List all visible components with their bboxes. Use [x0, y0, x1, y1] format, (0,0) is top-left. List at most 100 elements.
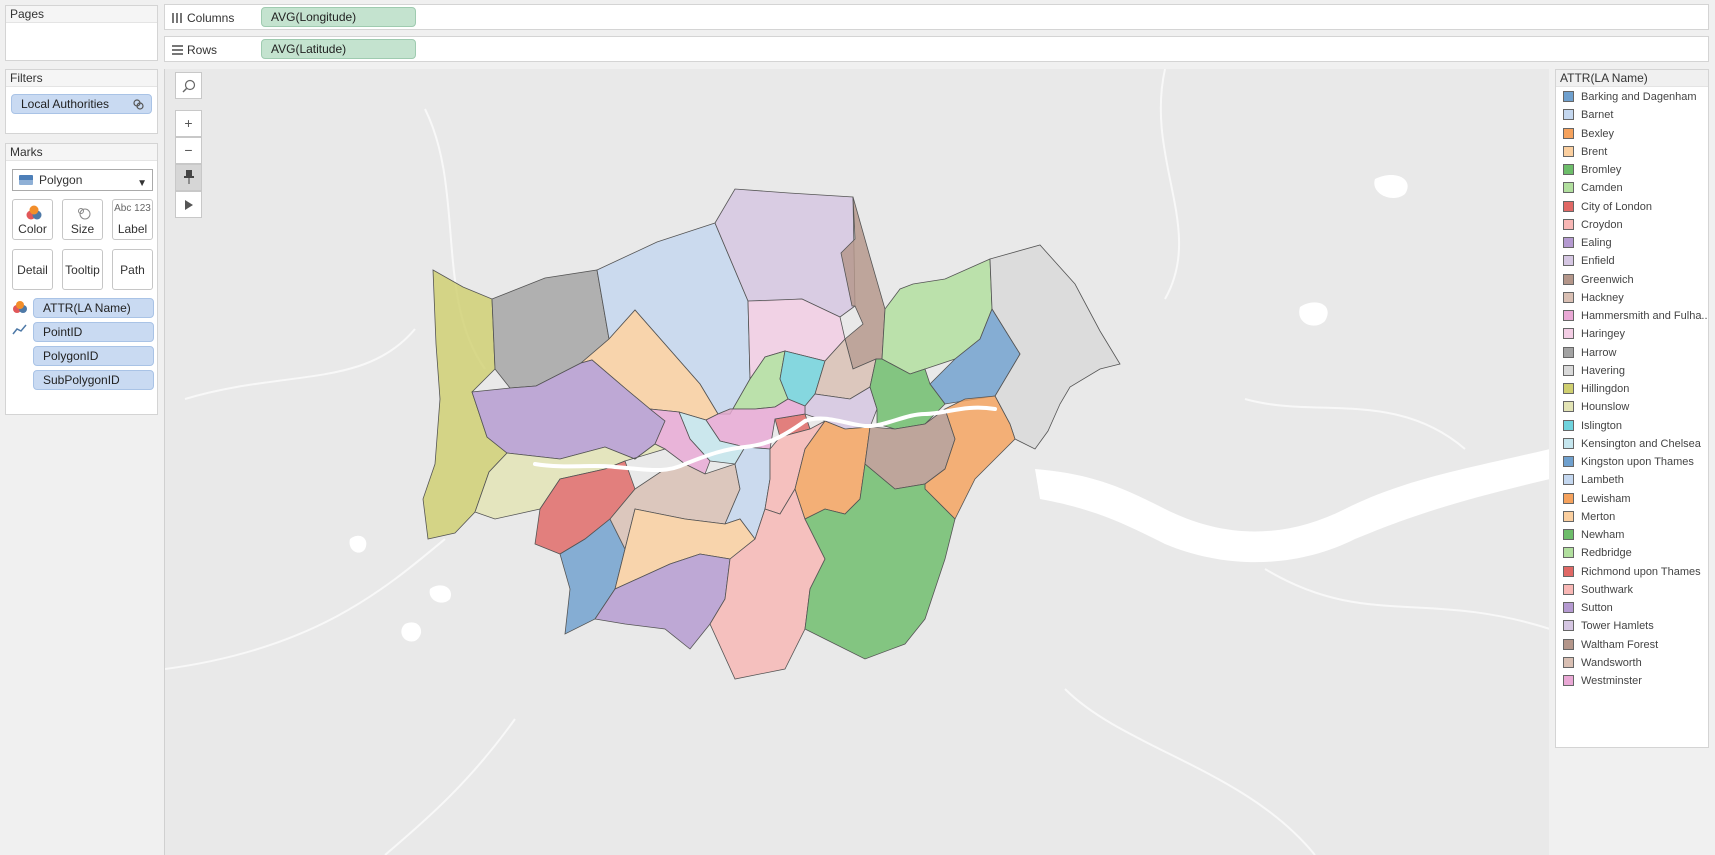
tooltip-button[interactable]: Tooltip: [62, 249, 103, 290]
legend-item[interactable]: Newham: [1561, 528, 1707, 546]
legend-swatch: [1563, 565, 1574, 577]
legend-item[interactable]: Barnet: [1561, 108, 1707, 126]
legend-item[interactable]: Richmond upon Thames: [1561, 565, 1707, 583]
rows-pill[interactable]: AVG(Latitude): [261, 39, 416, 59]
field-pill-label: SubPolygonID: [43, 373, 120, 387]
legend-item-label: Greenwich: [1581, 273, 1634, 286]
marks-title: Marks: [6, 144, 157, 161]
legend-item[interactable]: Islington: [1561, 419, 1707, 437]
legend-item-label: Southwark: [1581, 583, 1633, 596]
borough-polygons[interactable]: [422, 188, 1121, 680]
legend-item-label: Barking and Dagenham: [1581, 91, 1697, 103]
rows-shelf[interactable]: Rows AVG(Latitude): [164, 36, 1709, 62]
legend-item[interactable]: Bexley: [1561, 127, 1707, 145]
legend-item[interactable]: Kensington and Chelsea: [1561, 437, 1707, 455]
pin-map-button[interactable]: [175, 164, 202, 191]
reservoir: [429, 585, 451, 603]
legend-swatch: [1563, 255, 1574, 267]
legend-item-label: Tower Hamlets: [1581, 620, 1654, 633]
marks-card: Marks Polygon ▼ Color Size Abc 123 Label…: [5, 143, 158, 415]
mark-type-value: Polygon: [39, 173, 83, 187]
mark-type-dropdown[interactable]: Polygon ▼: [12, 169, 153, 191]
field-pill-polygonid[interactable]: PolygonID: [33, 346, 154, 366]
legend-swatch: [1563, 401, 1574, 413]
legend-item[interactable]: Barking and Dagenham: [1561, 90, 1707, 108]
legend-item[interactable]: Westminster: [1561, 674, 1707, 692]
legend-item[interactable]: Greenwich: [1561, 273, 1707, 291]
path-icon: [12, 324, 27, 335]
field-pill-pointid[interactable]: PointID: [33, 322, 154, 342]
legend-item[interactable]: Haringey: [1561, 327, 1707, 345]
columns-shelf[interactable]: Columns AVG(Longitude): [164, 4, 1709, 30]
color-icon: [26, 205, 42, 220]
legend-swatch: [1563, 164, 1574, 175]
columns-pill-label: AVG(Longitude): [271, 10, 357, 24]
label-button[interactable]: Abc 123 Label: [112, 199, 153, 240]
legend-item[interactable]: Croydon: [1561, 218, 1707, 236]
color-button[interactable]: Color: [12, 199, 53, 240]
zoom-out-button[interactable]: −: [175, 137, 202, 164]
legend-item[interactable]: Enfield: [1561, 254, 1707, 272]
legend-item[interactable]: Kingston upon Thames: [1561, 455, 1707, 473]
size-button[interactable]: Size: [62, 199, 103, 240]
map-search-button[interactable]: [175, 72, 202, 99]
detail-button[interactable]: Detail: [12, 249, 53, 290]
legend-item[interactable]: Merton: [1561, 510, 1707, 528]
legend-item-label: Hammersmith and Fulha..: [1581, 310, 1707, 322]
legend-swatch: [1563, 656, 1574, 668]
legend-item-label: Waltham Forest: [1581, 638, 1659, 651]
filter-pill-local-authorities[interactable]: Local Authorities: [11, 94, 152, 114]
legend-item[interactable]: Redbridge: [1561, 546, 1707, 564]
legend-item-label: Wandsworth: [1581, 656, 1642, 669]
filters-shelf[interactable]: Filters Local Authorities: [5, 69, 158, 134]
rows-label: Rows: [187, 43, 218, 57]
legend-swatch: [1563, 182, 1574, 194]
legend-item-label: Harrow: [1581, 346, 1617, 359]
legend-item[interactable]: Bromley: [1561, 163, 1707, 181]
rows-pill-label: AVG(Latitude): [271, 42, 347, 56]
legend-item-label: Havering: [1581, 364, 1626, 377]
legend-item-label: Lambeth: [1581, 474, 1624, 487]
expand-toolbar-button[interactable]: [175, 191, 202, 218]
legend-item-label: Kensington and Chelsea: [1581, 437, 1701, 450]
london-map[interactable]: [165, 69, 1549, 855]
legend-item[interactable]: City of London: [1561, 200, 1707, 218]
legend-item-label: Redbridge: [1581, 547, 1632, 560]
legend-item[interactable]: Lewisham: [1561, 492, 1707, 510]
legend-item-label: Merton: [1581, 510, 1616, 523]
field-pill-label: ATTR(LA Name): [43, 301, 131, 315]
legend-item[interactable]: Southwark: [1561, 583, 1707, 601]
map-view[interactable]: + −: [164, 69, 1549, 855]
zoom-in-button[interactable]: +: [175, 110, 202, 137]
legend-swatch: [1563, 200, 1574, 212]
legend-item[interactable]: Tower Hamlets: [1561, 619, 1707, 637]
columns-pill[interactable]: AVG(Longitude): [261, 7, 416, 27]
legend-item[interactable]: Havering: [1561, 364, 1707, 382]
legend-item[interactable]: Hillingdon: [1561, 382, 1707, 400]
legend-swatch: [1563, 547, 1574, 559]
field-pill-label: PolygonID: [43, 349, 99, 363]
legend-item[interactable]: Waltham Forest: [1561, 638, 1707, 656]
legend-item-label: Hillingdon: [1581, 383, 1630, 395]
legend-item-label: Barnet: [1581, 109, 1614, 122]
legend-item[interactable]: Sutton: [1561, 601, 1707, 619]
field-pill-subpolygonid[interactable]: SubPolygonID: [33, 370, 154, 390]
columns-label: Columns: [187, 11, 235, 25]
legend-item[interactable]: Hackney: [1561, 291, 1707, 309]
legend-swatch: [1563, 675, 1574, 686]
legend-item[interactable]: Brent: [1561, 145, 1707, 163]
label-icon: Abc 123: [114, 203, 151, 214]
path-button[interactable]: Path: [112, 249, 153, 290]
legend-item[interactable]: Hounslow: [1561, 400, 1707, 418]
field-pill-la-name[interactable]: ATTR(LA Name): [33, 298, 154, 318]
legend-item[interactable]: Ealing: [1561, 236, 1707, 254]
legend-item[interactable]: Harrow: [1561, 346, 1707, 364]
legend-item[interactable]: Camden: [1561, 181, 1707, 199]
legend-swatch: [1563, 510, 1574, 522]
legend-item[interactable]: Wandsworth: [1561, 656, 1707, 674]
reservoir: [1299, 302, 1328, 326]
legend-item[interactable]: Hammersmith and Fulha..: [1561, 309, 1707, 327]
legend-swatch: [1563, 328, 1574, 340]
pages-shelf[interactable]: Pages: [5, 5, 158, 61]
legend-item[interactable]: Lambeth: [1561, 473, 1707, 491]
